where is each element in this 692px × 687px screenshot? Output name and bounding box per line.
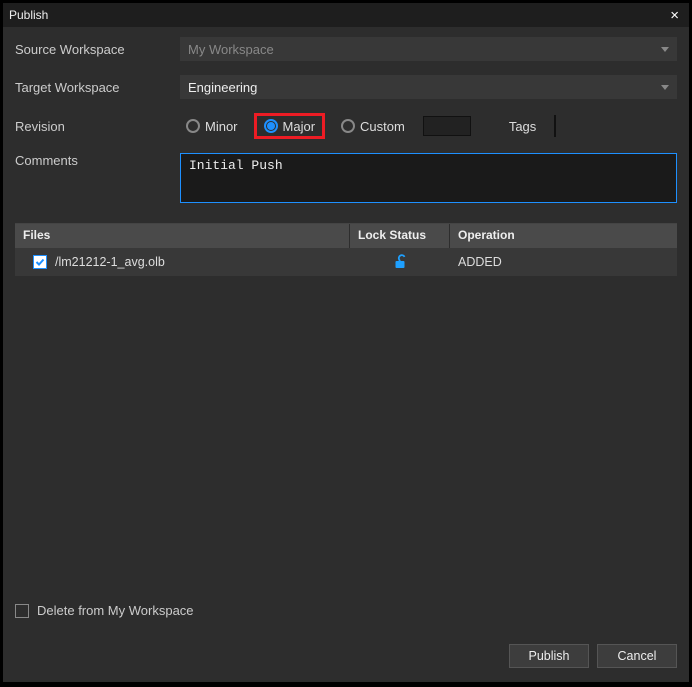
table-body: /lm21212-1_avg.olb ADDED — [15, 248, 677, 593]
revision-custom-label: Custom — [360, 119, 405, 134]
tags-label: Tags — [509, 119, 536, 134]
revision-custom-input[interactable] — [423, 116, 471, 136]
revision-row: Revision Minor Major Custom — [15, 113, 677, 139]
chevron-down-icon — [661, 47, 669, 52]
titlebar: Publish × — [3, 3, 689, 27]
target-workspace-value: Engineering — [188, 80, 661, 95]
col-header-files[interactable]: Files — [15, 224, 350, 248]
operation-cell: ADDED — [450, 255, 677, 269]
table-row[interactable]: /lm21212-1_avg.olb ADDED — [15, 248, 677, 276]
comments-input[interactable]: Initial Push — [180, 153, 677, 203]
file-path: /lm21212-1_avg.olb — [55, 255, 165, 269]
target-workspace-row: Target Workspace Engineering — [15, 75, 677, 99]
target-workspace-dropdown[interactable]: Engineering — [180, 75, 677, 99]
row-checkbox[interactable] — [33, 255, 47, 269]
col-header-operation[interactable]: Operation — [450, 224, 677, 248]
chevron-down-icon — [661, 85, 669, 90]
source-workspace-dropdown[interactable]: My Workspace — [180, 37, 677, 61]
comments-label: Comments — [15, 153, 180, 168]
unlock-icon — [392, 254, 408, 270]
revision-major-label: Major — [283, 119, 316, 134]
target-workspace-label: Target Workspace — [15, 80, 180, 95]
radio-icon — [186, 119, 200, 133]
cancel-button[interactable]: Cancel — [597, 644, 677, 668]
revision-major-radio[interactable]: Major — [254, 113, 326, 139]
publish-button[interactable]: Publish — [509, 644, 589, 668]
comments-row: Comments Initial Push — [15, 153, 677, 203]
revision-radio-group: Minor Major Custom Tags — [180, 113, 556, 139]
revision-custom-radio[interactable]: Custom — [335, 113, 411, 139]
col-header-lock[interactable]: Lock Status — [350, 224, 450, 248]
table-header: Files Lock Status Operation — [15, 224, 677, 248]
revision-minor-radio[interactable]: Minor — [180, 113, 244, 139]
source-workspace-row: Source Workspace My Workspace — [15, 37, 677, 61]
revision-label: Revision — [15, 119, 180, 134]
button-row: Publish Cancel — [15, 644, 677, 668]
revision-minor-label: Minor — [205, 119, 238, 134]
delete-label: Delete from My Workspace — [37, 603, 194, 618]
delete-from-workspace-checkbox[interactable]: Delete from My Workspace — [15, 603, 677, 618]
files-table: Files Lock Status Operation /lm21212-1_a… — [15, 223, 677, 593]
footer: Delete from My Workspace Publish Cancel — [3, 593, 689, 682]
form-area: Source Workspace My Workspace Target Wor… — [3, 27, 689, 223]
publish-dialog: Publish × Source Workspace My Workspace … — [2, 2, 690, 683]
close-icon[interactable]: × — [666, 7, 683, 24]
dialog-title: Publish — [9, 8, 666, 22]
tags-input[interactable] — [554, 115, 556, 137]
source-workspace-label: Source Workspace — [15, 42, 180, 57]
source-workspace-value: My Workspace — [188, 42, 661, 57]
radio-icon — [341, 119, 355, 133]
checkbox-icon — [15, 604, 29, 618]
radio-icon — [264, 119, 278, 133]
